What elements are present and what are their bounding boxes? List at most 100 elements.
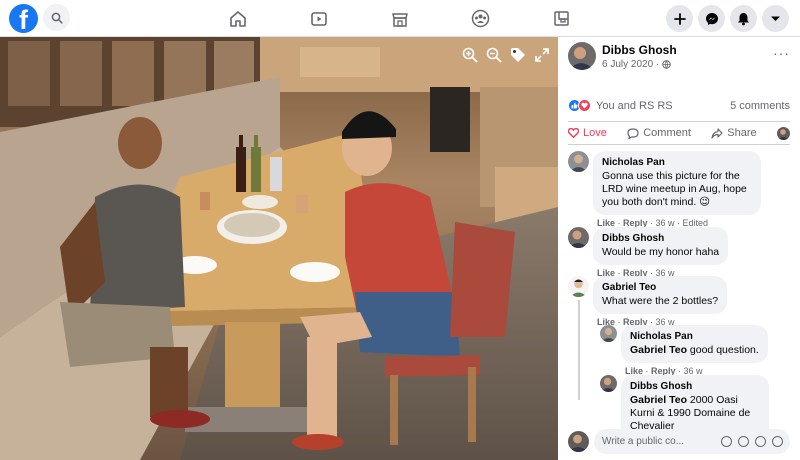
- groups-icon: [471, 9, 489, 28]
- messenger-icon: [705, 12, 718, 25]
- heart-icon: [568, 128, 579, 138]
- avatar-image: [568, 42, 596, 70]
- share-button[interactable]: Share: [711, 127, 757, 139]
- comment-label: Comment: [643, 127, 691, 139]
- reply-mention[interactable]: Gabriel Teo: [630, 394, 687, 406]
- search-icon: [51, 12, 63, 24]
- reply-text: Gabriel Teo good question.: [630, 344, 759, 357]
- search-button[interactable]: [43, 4, 70, 31]
- comment-input[interactable]: Write a public co...: [594, 429, 790, 454]
- sticker-icon[interactable]: [772, 436, 783, 447]
- zoom-out-button[interactable]: [486, 47, 502, 63]
- plus-icon: [673, 12, 686, 25]
- emoji-icon[interactable]: [721, 436, 732, 447]
- avatar-image: [568, 227, 589, 248]
- reaction-icons: [568, 99, 591, 112]
- photo-viewer[interactable]: [0, 37, 558, 460]
- comments-scrollbar[interactable]: [794, 149, 798, 449]
- camera-icon[interactable]: [738, 436, 749, 447]
- post-details-panel: Dibbs Ghosh 6 July 2020 · ··· You and RS…: [558, 37, 800, 460]
- reply-author[interactable]: Dibbs Ghosh: [630, 380, 760, 393]
- avatar[interactable]: [600, 325, 617, 342]
- comment-icon: [627, 127, 639, 139]
- comment-bubble: Dibbs Ghosh Would be my honor haha: [593, 227, 729, 265]
- gaming-icon: [553, 11, 569, 26]
- avatar-image: [568, 151, 589, 172]
- tag-icon: [511, 48, 525, 62]
- comment-author[interactable]: Nicholas Pan: [602, 156, 752, 169]
- comment-author[interactable]: Dibbs Ghosh: [602, 232, 719, 245]
- share-label: Share: [727, 127, 757, 139]
- fullscreen-button[interactable]: [534, 47, 550, 63]
- home-icon: [230, 10, 246, 27]
- reply-text: Gabriel Teo 2000 Oasi Kurni & 1990 Domai…: [630, 394, 760, 433]
- fullscreen-icon: [535, 48, 549, 62]
- avatar[interactable]: [600, 375, 617, 392]
- avatar[interactable]: [568, 42, 596, 70]
- avatar[interactable]: [568, 151, 589, 172]
- post-options-button[interactable]: ···: [773, 45, 790, 61]
- reply-bubble: Nicholas Pan Gabriel Teo good question.: [621, 325, 768, 363]
- zoom-in-icon: [462, 47, 478, 63]
- zoom-in-button[interactable]: [462, 47, 478, 63]
- nav-tab-marketplace[interactable]: [380, 0, 420, 37]
- comment-text: What were the 2 bottles?: [602, 295, 719, 307]
- comments-count[interactable]: 5 comments: [730, 100, 790, 112]
- photo-toolbar: [462, 47, 550, 63]
- comment-composer: Write a public co...: [568, 429, 790, 454]
- comment-input-placeholder: Write a public co...: [602, 436, 685, 447]
- reactions-count[interactable]: You and RS RS: [568, 99, 673, 112]
- avatar[interactable]: [568, 276, 589, 297]
- notifications-button[interactable]: [730, 5, 757, 32]
- create-button[interactable]: [666, 5, 693, 32]
- avatar-image: [776, 126, 790, 140]
- messenger-button[interactable]: [698, 5, 725, 32]
- avatar[interactable]: [568, 227, 589, 248]
- reaction-audience-selector[interactable]: [776, 126, 790, 140]
- post-photo: [0, 37, 558, 460]
- love-button[interactable]: Love: [568, 127, 607, 139]
- post-author[interactable]: Dibbs Ghosh: [602, 43, 677, 57]
- composer-tools: [721, 436, 790, 447]
- comment-item: Nicholas Pan Gonna use this picture for …: [568, 151, 761, 228]
- reply-author[interactable]: Nicholas Pan: [630, 330, 759, 343]
- avatar-image: [600, 325, 617, 342]
- watch-icon: [311, 11, 327, 26]
- top-navigation-bar: f: [0, 0, 800, 37]
- marketplace-icon: [392, 12, 408, 27]
- love-label: Love: [583, 127, 607, 139]
- account-menu-button[interactable]: [762, 5, 789, 32]
- nav-tab-watch[interactable]: [299, 0, 339, 37]
- nav-tab-groups[interactable]: [460, 0, 500, 37]
- avatar[interactable]: [568, 431, 589, 452]
- post-date-text: 6 July 2020 ·: [602, 58, 660, 70]
- reply-item: Nicholas Pan Gabriel Teo good question. …: [600, 325, 768, 376]
- facebook-logo-letter: f: [19, 5, 28, 34]
- bell-icon: [738, 12, 749, 25]
- comment-item: Dibbs Ghosh Would be my honor haha Like …: [568, 227, 729, 278]
- reply-thread-line: [578, 300, 580, 400]
- reply-mention[interactable]: Gabriel Teo: [630, 344, 687, 356]
- post-header: Dibbs Ghosh 6 July 2020 ·: [568, 42, 677, 70]
- avatar-image: [568, 276, 589, 297]
- nav-tab-home[interactable]: [218, 0, 258, 37]
- reactions-summary: You and RS RS 5 comments: [568, 99, 790, 112]
- comment-bubble: Nicholas Pan Gonna use this picture for …: [593, 151, 761, 215]
- globe-icon: [662, 59, 671, 69]
- comment-text: Gonna use this picture for the LRD wine …: [602, 170, 747, 208]
- comment-button[interactable]: Comment: [627, 127, 691, 139]
- love-reaction-icon: [578, 99, 591, 112]
- nav-tab-gaming[interactable]: [541, 0, 581, 37]
- zoom-out-icon: [486, 47, 502, 63]
- reactions-text: You and RS RS: [596, 99, 673, 112]
- comment-item: Gabriel Teo What were the 2 bottles? Lik…: [568, 276, 728, 327]
- comment-author[interactable]: Gabriel Teo: [602, 281, 718, 294]
- comment-text: Would be my honor haha: [602, 246, 720, 258]
- facebook-logo[interactable]: f: [9, 4, 38, 33]
- post-actions: Love Comment Share: [568, 121, 790, 145]
- avatar-image: [568, 431, 589, 452]
- post-timestamp[interactable]: 6 July 2020 ·: [602, 59, 677, 70]
- gif-icon[interactable]: [755, 436, 766, 447]
- reply-text-body: good question.: [687, 344, 759, 356]
- tag-photo-button[interactable]: [510, 47, 526, 63]
